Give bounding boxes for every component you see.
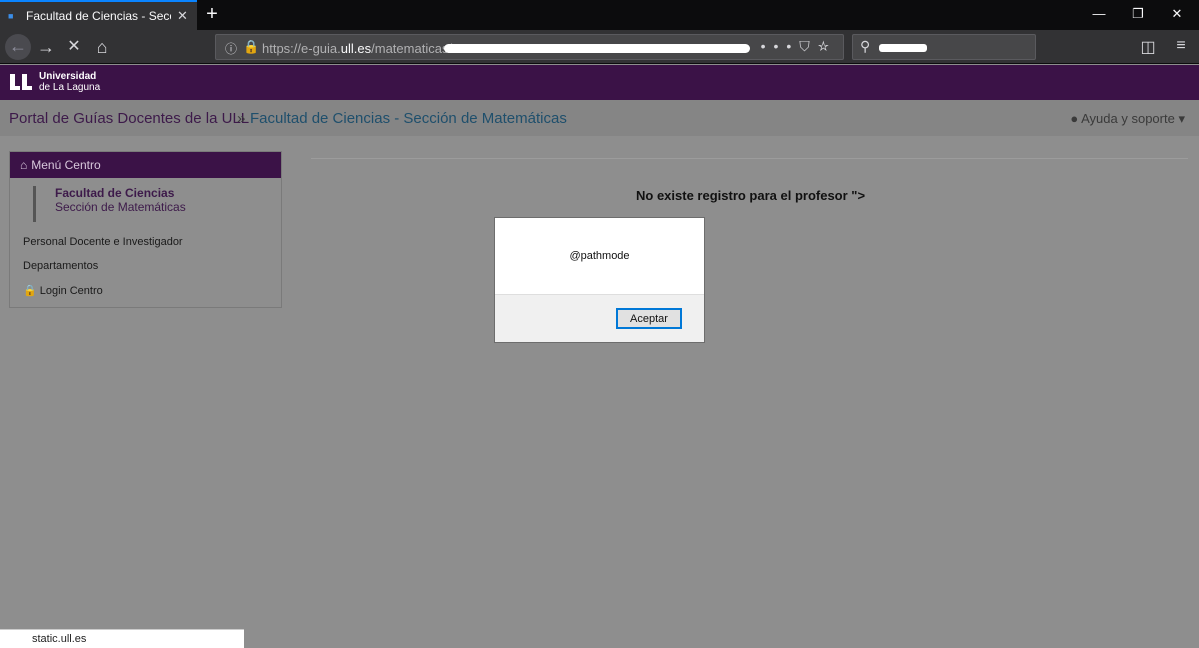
url-bar[interactable]: ⓘ 🔒 https://e-guia.ull.es/matematicas/ •… [215, 34, 844, 60]
site-header: Universidad de La Laguna [0, 65, 1199, 100]
home-icon: ⌂ [20, 158, 28, 172]
accept-button[interactable]: Aceptar [616, 308, 682, 329]
ull-logo-icon[interactable] [8, 72, 34, 92]
stop-loading-button[interactable]: ✕ [62, 35, 86, 59]
dialog-footer: Aceptar [495, 294, 704, 342]
minimize-button[interactable]: — [1089, 6, 1109, 21]
restore-button[interactable]: ❐ [1128, 6, 1148, 22]
redaction-mark [879, 44, 927, 52]
active-tab[interactable]: ■ Facultad de Ciencias - Sección ✕ [0, 0, 197, 30]
side-menu: ⌂ Menú Centro Facultad de Ciencias Secció… [9, 151, 282, 308]
dialog-message: @pathmode [569, 250, 630, 262]
caret-down-icon: ▾ [1178, 111, 1185, 126]
lock-icon[interactable]: 🔒 [243, 39, 259, 55]
side-menu-header: ⌂ Menú Centro [10, 152, 281, 178]
sidebar-item-login[interactable]: 🔒 Login Centro [23, 284, 103, 297]
lock-icon: 🔒 [23, 285, 37, 297]
search-input[interactable]: ⚲ [852, 34, 1036, 60]
help-menu[interactable]: ● Ayuda y soporte ▾ [1070, 111, 1185, 127]
breadcrumb: Portal de Guías Docentes de la ULL » Fac… [0, 100, 1199, 136]
favicon-icon: ■ [8, 11, 14, 21]
tab-bar: ■ Facultad de Ciencias - Sección ✕ + — ❐… [0, 0, 1199, 30]
search-icon: ⚲ [860, 38, 871, 54]
sidebar-item-personal-docente[interactable]: Personal Docente e Investigador [23, 236, 183, 248]
close-tab-icon[interactable]: ✕ [177, 8, 188, 24]
menu-icon[interactable]: ≡ [1171, 37, 1191, 55]
back-button[interactable]: ← [5, 34, 31, 60]
logo-text[interactable]: Universidad de La Laguna [39, 71, 100, 93]
redaction-mark [444, 44, 750, 53]
info-icon[interactable]: ⓘ [225, 40, 237, 57]
home-button[interactable]: ⌂ [90, 35, 114, 59]
divider [311, 158, 1188, 159]
new-tab-button[interactable]: + [201, 3, 223, 26]
faculty-brand[interactable]: Facultad de Ciencias Sección de Matemáti… [33, 186, 186, 222]
window-close-button[interactable]: ✕ [1167, 6, 1187, 22]
status-bar: static.ull.es [0, 629, 244, 648]
breadcrumb-portal-link[interactable]: Portal de Guías Docentes de la ULL [9, 110, 249, 127]
sidebar-item-departamentos[interactable]: Departamentos [23, 260, 98, 272]
breadcrumb-section-link[interactable]: Facultad de Ciencias - Sección de Matemá… [250, 110, 567, 127]
page-actions-icon[interactable]: •••⛉☆ [761, 38, 837, 55]
url-text[interactable]: https://e-guia.ull.es/matematicas/ [262, 41, 452, 56]
tab-title: Facultad de Ciencias - Sección [26, 9, 171, 23]
forward-button[interactable]: → [34, 35, 58, 59]
help-icon: ● [1070, 111, 1079, 126]
alert-dialog: @pathmode Aceptar [494, 217, 705, 343]
navigation-toolbar: ← → ✕ ⌂ ⓘ 🔒 https://e-guia.ull.es/matema… [0, 30, 1199, 64]
sidebar-icon[interactable]: ◫ [1138, 37, 1158, 57]
breadcrumb-separator: » [237, 110, 246, 127]
no-record-message: No existe registro para el profesor "> [636, 188, 866, 203]
